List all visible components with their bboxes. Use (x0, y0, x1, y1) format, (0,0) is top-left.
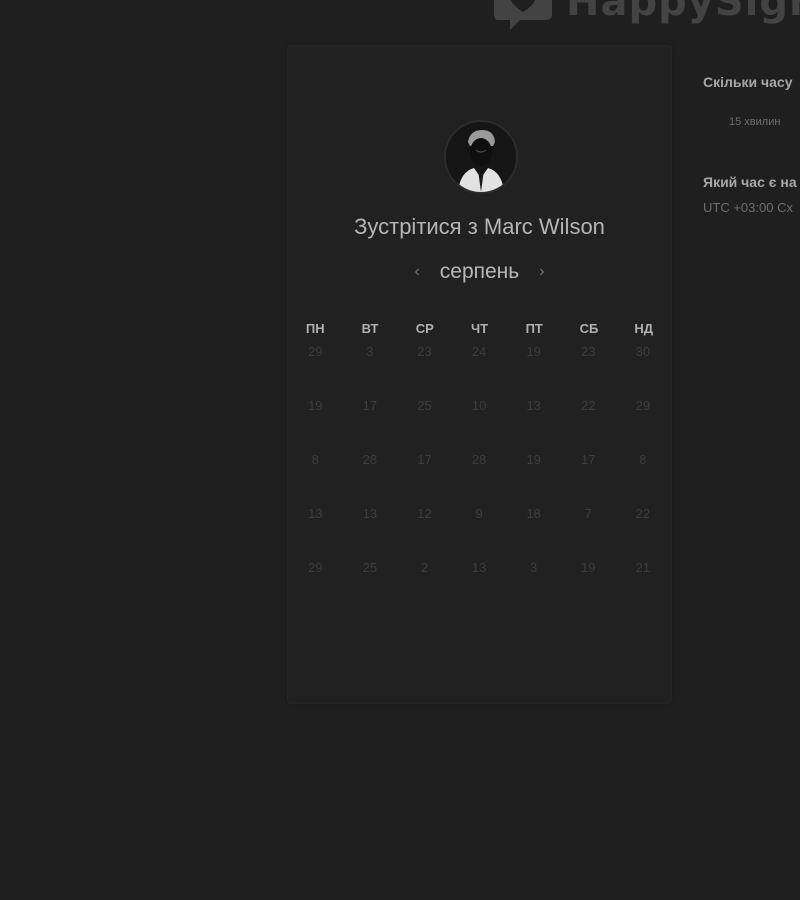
weekday-label: ЧТ (470, 321, 489, 336)
calendar-week-row: 19 17 25 10 13 22 29 (288, 396, 671, 450)
calendar-day[interactable]: 21 (616, 558, 671, 612)
meeting-info-panel: Скільки часу 15 хвилин Який час є на UTC… (703, 74, 800, 215)
duration-question: Скільки часу (703, 74, 793, 90)
calendar-day[interactable]: 3 (343, 342, 398, 396)
calendar-week-row: 29 25 2 13 3 19 21 (288, 558, 671, 612)
calendar-day[interactable]: 17 (343, 396, 398, 450)
month-label: серпень (439, 260, 520, 283)
calendar-day[interactable]: 17 (397, 450, 452, 504)
calendar-day[interactable]: 23 (561, 342, 616, 396)
calendar-day[interactable]: 28 (343, 450, 398, 504)
calendar-day[interactable]: 17 (561, 450, 616, 504)
calendar-day[interactable]: 23 (397, 342, 452, 396)
weekday-label: ПТ (525, 321, 543, 336)
calendar-day[interactable]: 29 (288, 558, 343, 612)
calendar-day[interactable]: 19 (561, 558, 616, 612)
page: HappySign Зустрітися з Marc Wilson ‹ сер… (0, 0, 800, 900)
timezone-select[interactable]: UTC +03:00 Сх (703, 200, 800, 215)
calendar-day[interactable]: 10 (452, 396, 507, 450)
prev-month-button[interactable]: ‹ (412, 262, 421, 282)
calendar-day[interactable]: 8 (288, 450, 343, 504)
calendar-day[interactable]: 13 (452, 558, 507, 612)
avatar (444, 120, 518, 194)
calendar-day[interactable]: 19 (288, 396, 343, 450)
calendar-day[interactable]: 22 (561, 396, 616, 450)
calendar-day[interactable]: 29 (616, 396, 671, 450)
calendar-day[interactable]: 24 (452, 342, 507, 396)
calendar-day[interactable]: 25 (343, 558, 398, 612)
weekday-label: ПН (305, 321, 325, 336)
calendar-grid: ПН ВТ СР ЧТ ПТ СБ НД 29 3 23 24 19 23 30… (288, 321, 671, 612)
calendar-day[interactable]: 7 (561, 504, 616, 558)
calendar-day[interactable]: 2 (397, 558, 452, 612)
weekday-label: СБ (579, 321, 599, 336)
calendar-day[interactable]: 28 (452, 450, 507, 504)
calendar-day[interactable]: 9 (452, 504, 507, 558)
calendar-card: Зустрітися з Marc Wilson ‹ серпень › ПН … (287, 45, 672, 704)
calendar-day[interactable]: 30 (616, 342, 671, 396)
calendar-day[interactable]: 19 (506, 450, 561, 504)
happysign-logo: HappySign (490, 0, 800, 32)
weekday-label: ВТ (361, 321, 379, 336)
calendar-day[interactable]: 19 (506, 342, 561, 396)
duration-option-15[interactable]: 15 хвилин (729, 116, 800, 128)
weekday-label: СР (415, 321, 434, 336)
calendar-day[interactable]: 18 (506, 504, 561, 558)
calendar-day[interactable]: 13 (288, 504, 343, 558)
calendar-day[interactable]: 22 (616, 504, 671, 558)
month-navigator: ‹ серпень › (288, 260, 671, 284)
speech-bubble-heart-icon (490, 0, 554, 30)
calendar-day[interactable]: 25 (397, 396, 452, 450)
logo-text: HappySign (566, 0, 800, 25)
calendar-day[interactable]: 29 (288, 342, 343, 396)
meeting-title: Зустрітися з Marc Wilson (354, 214, 605, 239)
weekday-label: НД (634, 321, 654, 336)
calendar-day[interactable]: 8 (616, 450, 671, 504)
calendar-day[interactable]: 3 (506, 558, 561, 612)
calendar-day[interactable]: 13 (343, 504, 398, 558)
calendar-week-row: 13 13 12 9 18 7 22 (288, 504, 671, 558)
calendar-day[interactable]: 12 (397, 504, 452, 558)
weekday-header: ПН ВТ СР ЧТ ПТ СБ НД (288, 321, 671, 336)
next-month-button[interactable]: › (537, 262, 546, 282)
timezone-question: Який час є на (703, 174, 797, 190)
calendar-week-row: 8 28 17 28 19 17 8 (288, 450, 671, 504)
calendar-day[interactable]: 13 (506, 396, 561, 450)
calendar-week-row: 29 3 23 24 19 23 30 (288, 342, 671, 396)
